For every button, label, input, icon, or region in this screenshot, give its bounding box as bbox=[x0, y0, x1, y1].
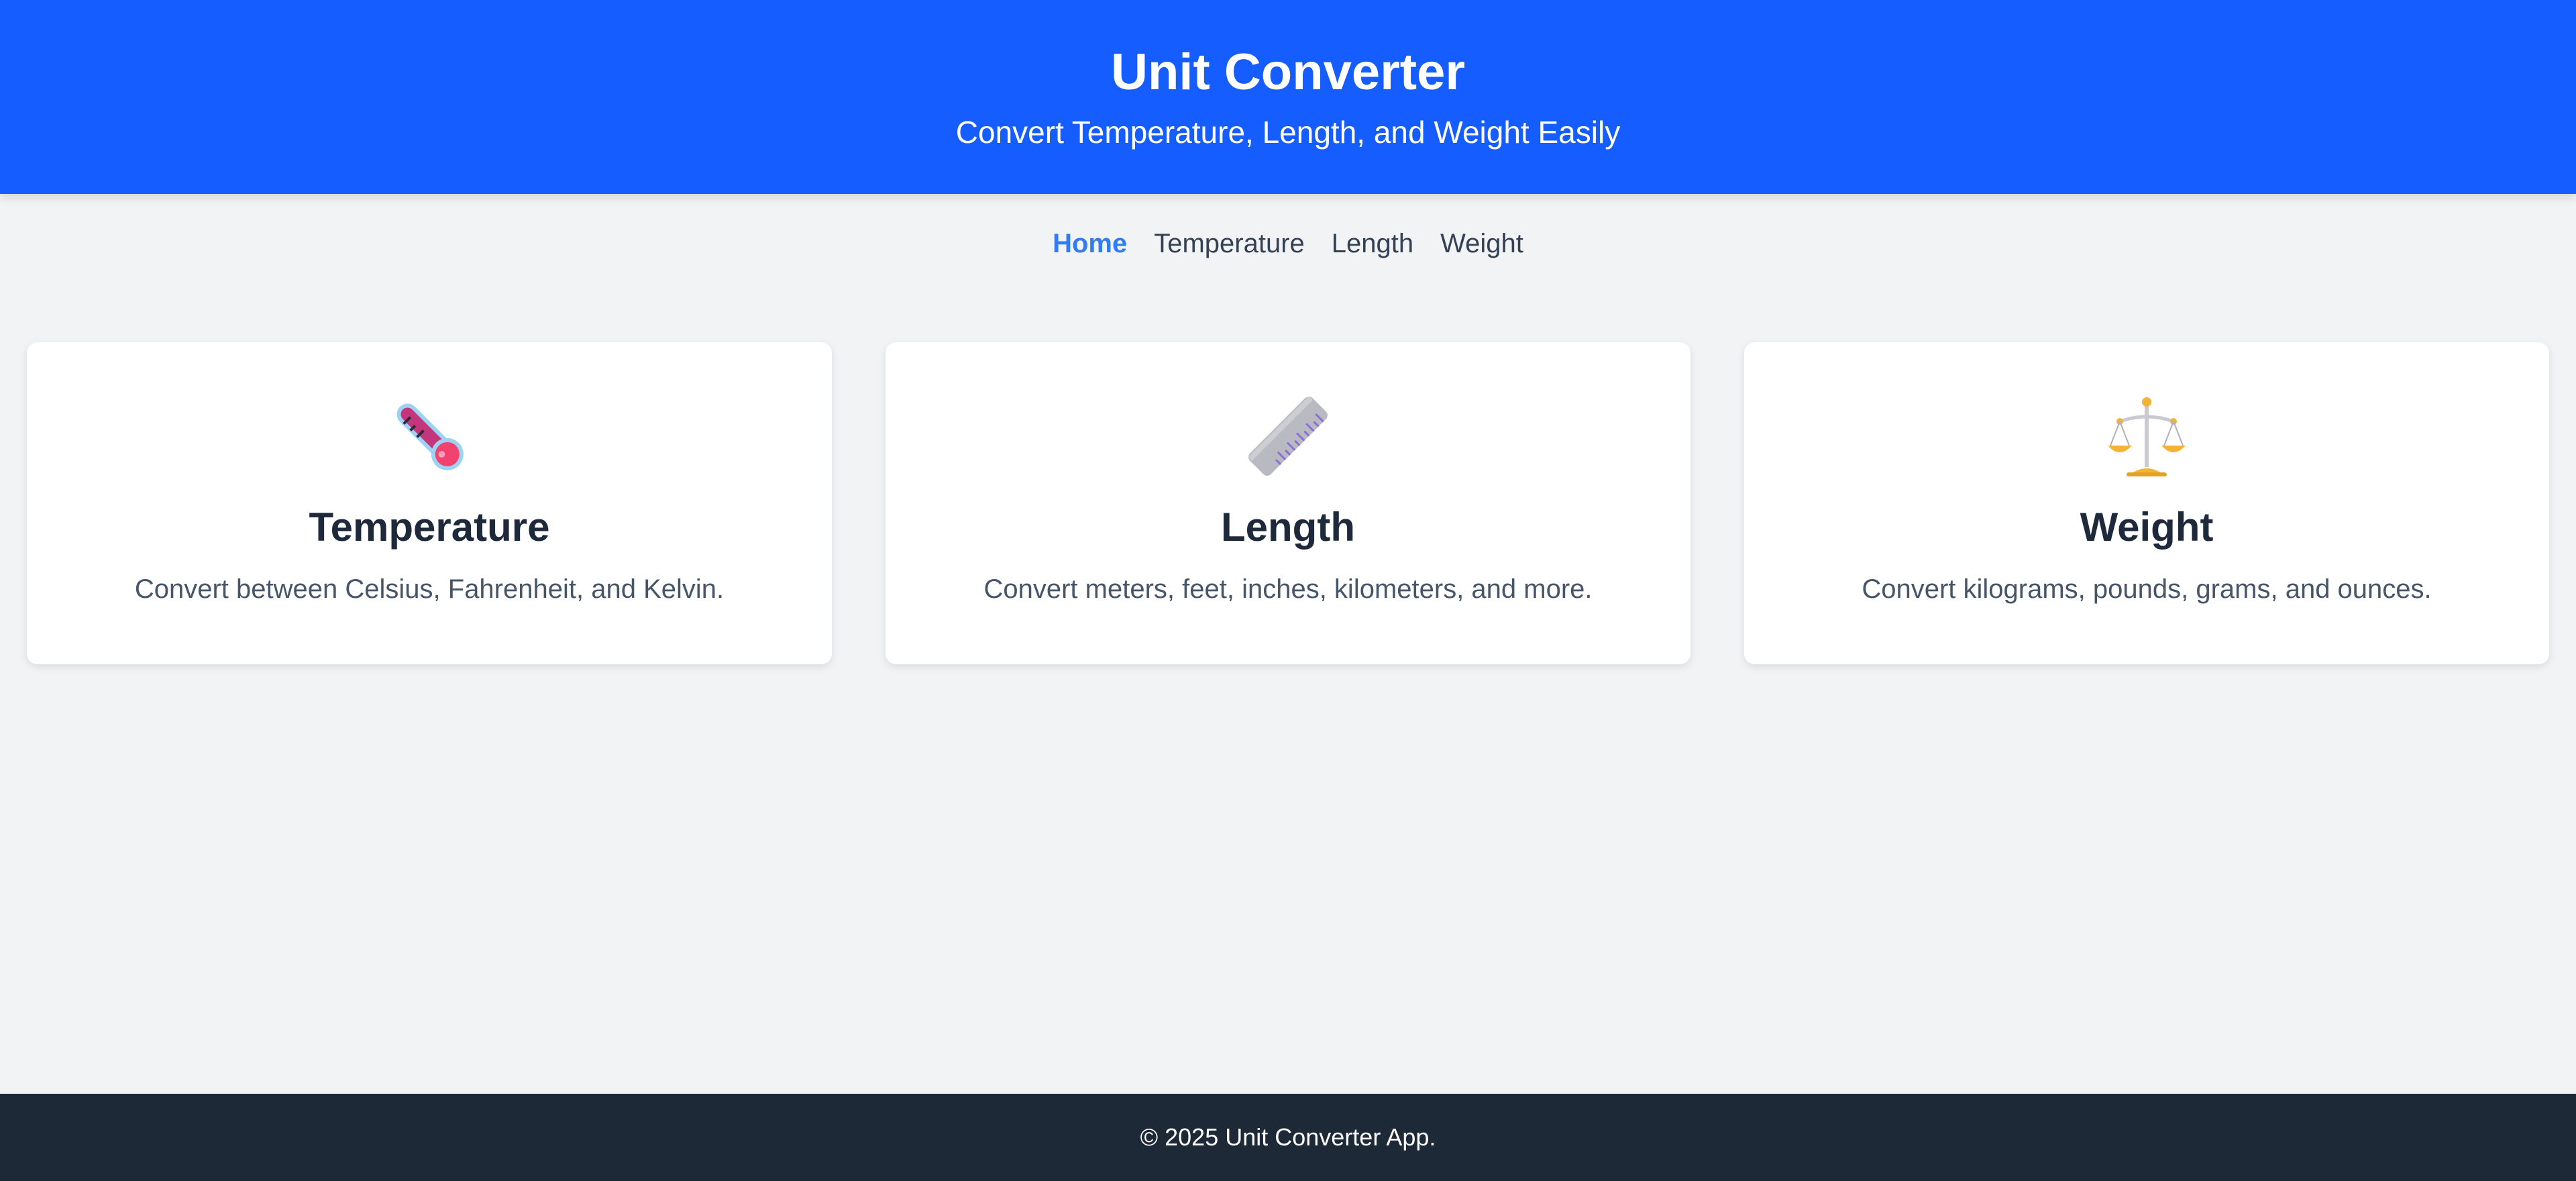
temperature-card[interactable]: Temperature Convert between Celsius, Fah… bbox=[27, 342, 832, 664]
app-subtitle: Convert Temperature, Length, and Weight … bbox=[955, 115, 1621, 150]
converter-cards: Temperature Convert between Celsius, Fah… bbox=[27, 342, 2549, 664]
weight-card[interactable]: Weight Convert kilograms, pounds, grams,… bbox=[1744, 342, 2549, 664]
length-card[interactable]: Length Convert meters, feet, inches, kil… bbox=[885, 342, 1690, 664]
card-title: Weight bbox=[2080, 505, 2214, 550]
ruler-icon bbox=[1248, 396, 1328, 476]
scales-icon bbox=[2108, 397, 2186, 476]
card-description: Convert between Celsius, Fahrenheit, and… bbox=[134, 574, 724, 604]
main-nav: Home Temperature Length Weight bbox=[0, 220, 2576, 267]
app-title: Unit Converter bbox=[1111, 44, 1465, 101]
nav-item-weight[interactable]: Weight bbox=[1440, 220, 1523, 267]
card-description: Convert kilograms, pounds, grams, and ou… bbox=[1862, 574, 2432, 604]
card-description: Convert meters, feet, inches, kilometers… bbox=[983, 574, 1593, 604]
nav-item-temperature[interactable]: Temperature bbox=[1154, 220, 1305, 267]
card-title: Temperature bbox=[309, 505, 550, 550]
nav-item-home[interactable]: Home bbox=[1053, 220, 1127, 267]
card-title: Length bbox=[1221, 505, 1355, 550]
nav-item-length[interactable]: Length bbox=[1332, 220, 1413, 267]
page-header: Unit Converter Convert Temperature, Leng… bbox=[0, 0, 2576, 194]
footer-copyright: © 2025 Unit Converter App. bbox=[1140, 1123, 1436, 1151]
page-footer: © 2025 Unit Converter App. bbox=[0, 1094, 2576, 1181]
thermometer-icon bbox=[396, 403, 464, 470]
